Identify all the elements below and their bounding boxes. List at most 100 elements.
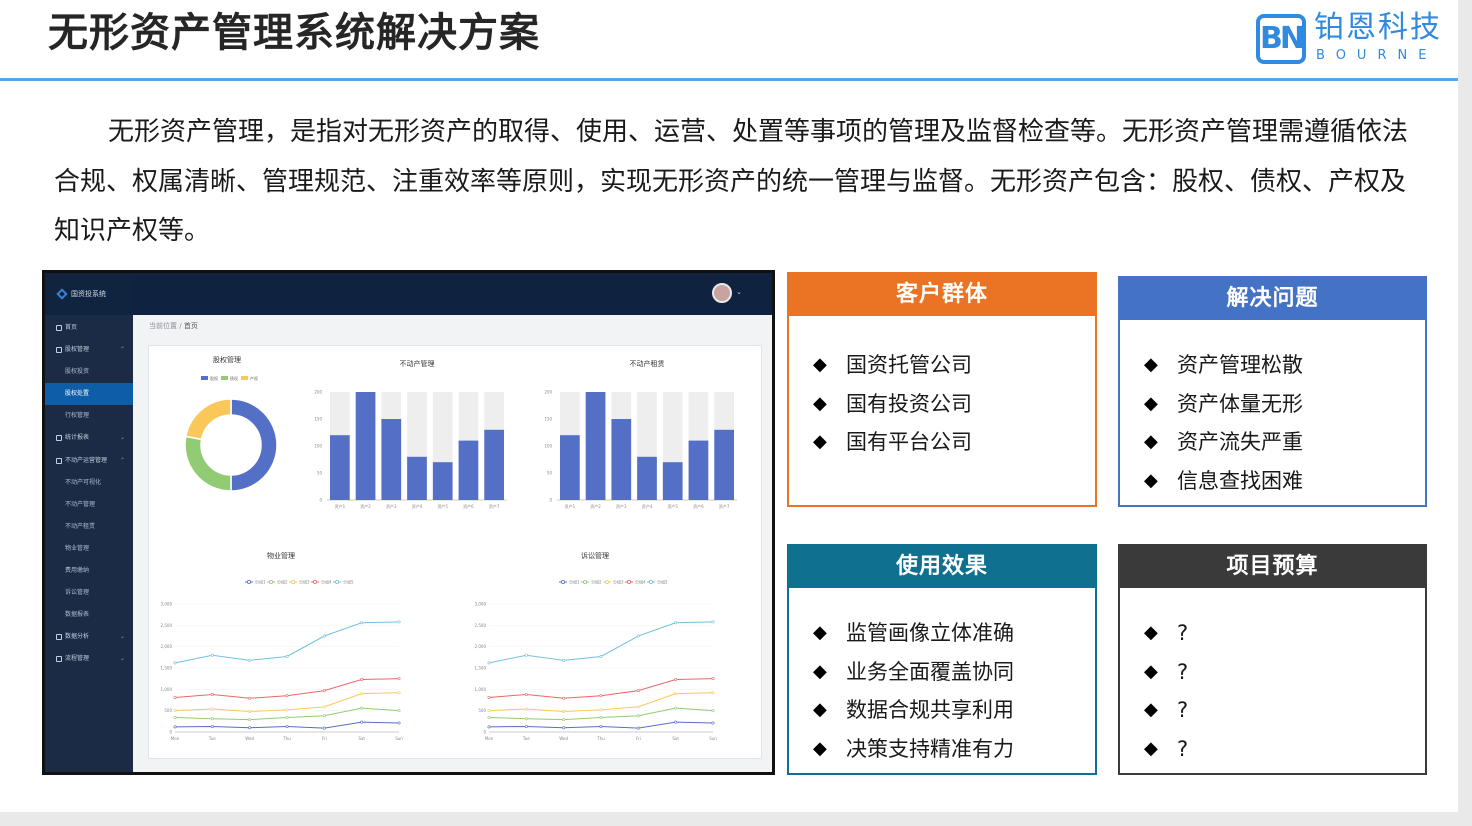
effects-item: ◆ 业务全面覆盖协同	[813, 653, 1014, 692]
data-point	[562, 726, 566, 730]
legend-marker	[604, 579, 609, 584]
customers-item-label: 国有平台公司	[846, 430, 972, 454]
chart-title: 股权管理	[213, 355, 241, 364]
logo-english-name: BOURNE	[1316, 48, 1438, 63]
y-tick-label: 150	[544, 417, 552, 422]
y-tick-label: 2,000	[475, 644, 487, 649]
data-point	[173, 725, 177, 729]
company-logo: BN 铂恩科技 BOURNE	[1256, 10, 1456, 66]
data-point	[285, 724, 289, 728]
budget-item: ◆?	[1144, 653, 1188, 692]
legend-marker	[582, 579, 587, 584]
x-tick-label: 资产6	[693, 503, 704, 509]
sidebar-item[interactable]: 股权管理 ⌃	[45, 339, 133, 361]
legend-label: 分组3	[299, 579, 310, 585]
sidebar-item[interactable]: 费用缴纳	[45, 560, 133, 582]
legend-label: 分组5	[657, 579, 668, 585]
bar	[330, 435, 350, 500]
customers-item-label: 国有投资公司	[846, 391, 972, 416]
chevron-icon: ⌄	[119, 655, 125, 663]
data-point	[397, 721, 401, 725]
data-point	[599, 654, 603, 658]
x-tick-label: 资产1	[565, 503, 576, 509]
budget-list: ◆? ◆? ◆? ◆?	[1144, 614, 1188, 768]
sidebar-item[interactable]: 物业管理	[45, 538, 133, 560]
sidebar-item[interactable]: 首页	[45, 317, 133, 339]
data-point	[322, 705, 326, 709]
user-avatar[interactable]	[712, 283, 732, 303]
bar	[560, 435, 580, 500]
problems-list: ◆ 资产管理松散 ◆ 资产体量无形 ◆ 资产流失严重 ◆ 信息查找困难	[1144, 346, 1303, 500]
x-tick-label: Thu	[596, 736, 605, 741]
sidebar-item[interactable]: 统计报表 ⌄	[45, 427, 133, 449]
y-tick-label: 150	[314, 417, 322, 422]
sidebar-item[interactable]: 不动产管理	[45, 494, 133, 516]
data-point	[562, 710, 566, 714]
customers-title: 客户群体	[789, 274, 1095, 316]
sidebar-item-label: 不动产可视化	[65, 478, 102, 486]
diamond-bullet-icon: ◆	[813, 354, 827, 375]
diamond-bullet-icon: ◆	[1144, 392, 1158, 414]
sidebar-item[interactable]: 股权投资	[45, 361, 133, 383]
bar	[662, 462, 683, 500]
sidebar-item-label: 流程管理	[65, 655, 90, 663]
bar	[355, 392, 376, 500]
sidebar-item[interactable]: 流程管理 ⌄	[45, 648, 133, 670]
budget-item: ◆?	[1144, 691, 1188, 730]
diamond-bullet-icon: ◆	[813, 622, 827, 643]
x-tick-label: Mon	[171, 736, 180, 741]
sidebar-item[interactable]: 不动产运营管理 ⌃	[45, 450, 133, 472]
sidebar-item[interactable]: 股权处置	[45, 383, 133, 406]
data-point	[711, 709, 715, 713]
customers-item: ◆ 国资托管公司	[813, 346, 972, 385]
sidebar-item[interactable]: 行权管理	[45, 405, 133, 427]
data-point	[322, 714, 326, 718]
sidebar-item[interactable]: 诉讼管理	[45, 582, 133, 604]
y-tick-label: 50	[547, 471, 553, 476]
x-tick-label: 资产3	[616, 503, 627, 509]
breadcrumb-prefix[interactable]: 当前位置	[149, 322, 177, 330]
sidebar-item[interactable]: 数据报表	[45, 604, 133, 626]
breadcrumb: 当前位置 / 首页	[149, 321, 198, 331]
data-point	[524, 724, 528, 728]
y-tick-label: 1,000	[475, 687, 487, 692]
sidebar-item-label: 行权管理	[65, 412, 90, 420]
sidebar-item-label: 不动产管理	[65, 500, 96, 508]
dashboard-app-name: 国资投系统	[71, 290, 106, 298]
sidebar-item-label: 不动产运营管理	[65, 456, 108, 464]
x-tick-label: Thu	[282, 736, 291, 741]
legend-marker	[290, 579, 295, 584]
data-point	[285, 715, 289, 719]
sidebar-item-label: 数据报表	[65, 611, 90, 619]
data-point	[487, 709, 491, 713]
legend-label: 分组1	[569, 579, 580, 585]
chevron-icon: ⌄	[119, 633, 125, 641]
customers-item: ◆ 国有投资公司	[813, 385, 972, 424]
legend-marker	[648, 579, 653, 584]
problems-title: 解决问题	[1120, 278, 1425, 320]
diamond-bullet-icon: ◆	[813, 737, 827, 759]
y-tick-label: 0	[483, 730, 486, 735]
x-tick-label: 资产2	[360, 503, 371, 509]
dashboard-topbar: ⌄	[133, 273, 772, 315]
bar	[585, 392, 606, 500]
x-tick-label: Tue	[522, 736, 530, 741]
effects-item-label: 监管画像立体准确	[846, 621, 1014, 645]
sidebar-item[interactable]: 数据分析 ⌄	[45, 626, 133, 648]
sidebar-item[interactable]: 不动产可视化	[45, 472, 133, 494]
donut-slice	[230, 398, 278, 492]
legend-label: 产权	[250, 375, 258, 381]
x-tick-label: 资产7	[489, 503, 500, 509]
x-tick-label: 资产5	[667, 503, 678, 509]
bar	[637, 456, 657, 500]
y-tick-label: 100	[544, 444, 552, 449]
donut-slice	[184, 435, 232, 492]
data-point	[524, 653, 528, 657]
data-point	[285, 694, 289, 698]
sidebar-item[interactable]: 不动产租赁	[45, 516, 133, 538]
x-tick-label: Sun	[709, 736, 717, 741]
chevron-down-icon[interactable]: ⌄	[736, 288, 742, 296]
data-point	[674, 621, 678, 625]
data-point	[360, 706, 364, 710]
data-point	[562, 696, 566, 700]
